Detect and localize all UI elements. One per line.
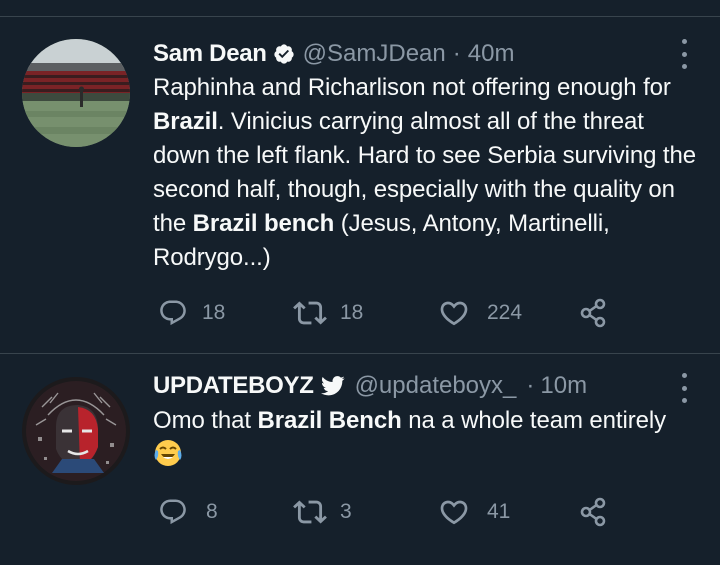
tweet-actions: 18 18 224 bbox=[153, 293, 623, 333]
tweet-header: Sam Dean @SamJDean · 40m bbox=[153, 37, 514, 71]
face-with-tears-of-joy-icon bbox=[153, 438, 183, 478]
more-options-icon[interactable] bbox=[678, 373, 690, 403]
share-button[interactable] bbox=[578, 492, 610, 532]
more-options-icon[interactable] bbox=[678, 39, 690, 69]
tweet-text: Raphinha and Richarlison not offering en… bbox=[153, 71, 703, 275]
reply-count: 8 bbox=[206, 500, 218, 523]
tweet-text-bold-segment: Brazil bench bbox=[192, 210, 335, 237]
share-button[interactable] bbox=[578, 293, 610, 333]
separator-dot: · bbox=[526, 372, 535, 399]
stadium-photo-avatar bbox=[22, 39, 130, 147]
share-icon bbox=[580, 298, 606, 328]
tweet-text-bold-segment: Brazil Bench bbox=[257, 407, 402, 434]
share-icon bbox=[580, 497, 606, 527]
display-name[interactable]: UPDATEBOYZ bbox=[153, 372, 314, 400]
tweet-sam-dean[interactable]: Sam Dean @SamJDean · 40m Raphinha and Ri… bbox=[0, 17, 720, 353]
retweet-icon bbox=[293, 301, 327, 325]
verified-badge-icon bbox=[273, 43, 295, 65]
reply-icon bbox=[160, 499, 186, 525]
tweet-text-bold-segment: Brazil bbox=[153, 108, 218, 135]
retweet-count: 3 bbox=[340, 500, 352, 523]
tweet-text-segment: Raphinha and Richarlison not offering en… bbox=[153, 74, 671, 101]
avatar[interactable] bbox=[22, 377, 130, 485]
like-icon bbox=[440, 500, 468, 525]
reply-count: 18 bbox=[202, 301, 226, 324]
like-icon bbox=[440, 301, 468, 326]
retweet-button[interactable]: 18 bbox=[293, 293, 363, 333]
user-handle[interactable]: @SamJDean bbox=[303, 40, 446, 68]
timestamp[interactable]: 40m bbox=[468, 40, 515, 68]
like-button[interactable]: 224 bbox=[438, 293, 522, 333]
display-name[interactable]: Sam Dean bbox=[153, 40, 267, 68]
tweet-updateboyz[interactable]: UPDATEBOYZ @updateboyx_ · 10m Omo that B… bbox=[0, 354, 720, 565]
tweet-header: UPDATEBOYZ @updateboyx_ · 10m bbox=[153, 369, 587, 403]
like-count: 41 bbox=[487, 500, 511, 523]
reply-button[interactable]: 18 bbox=[158, 293, 225, 333]
reply-button[interactable]: 8 bbox=[158, 492, 218, 532]
user-handle[interactable]: @updateboyx_ bbox=[355, 372, 517, 400]
avatar[interactable] bbox=[22, 39, 130, 147]
retweet-button[interactable]: 3 bbox=[293, 492, 352, 532]
twitter-bird-icon bbox=[320, 376, 345, 396]
reply-icon bbox=[160, 300, 186, 326]
timestamp[interactable]: 10m bbox=[540, 372, 587, 400]
tweet-text-segment: na a whole team entirely bbox=[401, 407, 666, 434]
separator-dot: · bbox=[452, 40, 461, 67]
like-count: 224 bbox=[487, 301, 523, 324]
retweet-icon bbox=[293, 500, 327, 524]
like-button[interactable]: 41 bbox=[438, 492, 510, 532]
tweet-actions: 8 3 41 bbox=[153, 492, 623, 532]
artwork-avatar bbox=[22, 377, 130, 485]
tweet-text: Omo that Brazil Bench na a whole team en… bbox=[153, 404, 703, 478]
retweet-count: 18 bbox=[340, 301, 364, 324]
tweet-text-segment: Omo that bbox=[153, 407, 258, 434]
